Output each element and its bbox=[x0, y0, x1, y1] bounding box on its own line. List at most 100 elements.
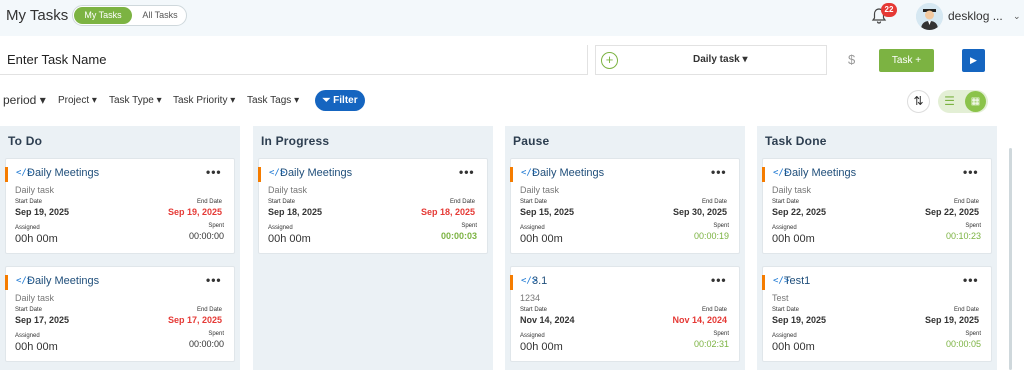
task-type-select[interactable]: + Daily task ▾ bbox=[595, 45, 827, 75]
column-0: To Do </> Daily Meetings ••• Daily task … bbox=[0, 126, 240, 370]
start-date-label: Start Date bbox=[268, 199, 296, 205]
more-options-icon[interactable]: ••• bbox=[963, 273, 979, 287]
task-title[interactable]: Test1 bbox=[784, 275, 810, 287]
page-title: My Tasks bbox=[6, 7, 69, 24]
spent-label: Spent bbox=[965, 223, 981, 229]
task-type: Daily task bbox=[772, 185, 812, 195]
task-card[interactable]: </> 3.1 ••• 1234 Start Date Nov 14, 2024… bbox=[510, 266, 740, 362]
priority-marker bbox=[258, 167, 261, 182]
task-type-filter[interactable]: Task Type ▾ bbox=[109, 95, 162, 106]
more-options-icon[interactable]: ••• bbox=[206, 165, 222, 179]
task-type: 1234 bbox=[520, 293, 541, 303]
end-date: Sep 17, 2025 bbox=[167, 315, 222, 325]
priority-marker bbox=[510, 167, 513, 182]
task-title[interactable]: Daily Meetings bbox=[532, 167, 604, 179]
assigned-label: Assigned bbox=[520, 225, 545, 231]
priority-marker bbox=[5, 275, 8, 290]
all-tasks-tab[interactable]: All Tasks bbox=[135, 7, 185, 24]
task-title[interactable]: Daily Meetings bbox=[280, 167, 352, 179]
spent-time: 00:00:00 bbox=[188, 231, 224, 241]
more-options-icon[interactable]: ••• bbox=[206, 273, 222, 287]
priority-marker bbox=[762, 275, 765, 290]
end-date-label: End Date bbox=[953, 199, 979, 205]
user-name[interactable]: desklog ... bbox=[948, 9, 1003, 23]
spent-label: Spent bbox=[208, 331, 224, 337]
period-filter[interactable]: period ▾ bbox=[3, 93, 46, 107]
task-title[interactable]: 3.1 bbox=[532, 275, 547, 287]
task-card[interactable]: </> Daily Meetings ••• Daily task Start … bbox=[5, 158, 235, 254]
start-date: Sep 19, 2025 bbox=[772, 315, 827, 325]
assigned-label: Assigned bbox=[520, 333, 545, 339]
more-options-icon[interactable]: ••• bbox=[963, 165, 979, 179]
end-date: Sep 22, 2025 bbox=[924, 207, 979, 217]
assigned-label: Assigned bbox=[268, 225, 293, 231]
dollar-icon[interactable]: $ bbox=[848, 52, 855, 67]
view-toggle[interactable]: ☰ ▦ bbox=[938, 90, 988, 113]
task-card[interactable]: </> Daily Meetings ••• Daily task Start … bbox=[762, 158, 992, 254]
column-title: In Progress bbox=[261, 134, 330, 148]
scrollbar[interactable] bbox=[1009, 148, 1012, 370]
task-title[interactable]: Daily Meetings bbox=[784, 167, 856, 179]
assigned-time: 00h 00m bbox=[15, 341, 58, 353]
task-title[interactable]: Daily Meetings bbox=[27, 275, 99, 287]
end-date: Sep 30, 2025 bbox=[672, 207, 727, 217]
column-2: Pause </> Daily Meetings ••• Daily task … bbox=[505, 126, 745, 370]
start-date-label: Start Date bbox=[520, 307, 548, 313]
end-date-label: End Date bbox=[953, 307, 979, 313]
end-date-label: End Date bbox=[196, 199, 222, 205]
filter-button[interactable]: ⏷ Filter bbox=[315, 90, 365, 111]
notification-count-badge: 22 bbox=[881, 3, 897, 17]
more-options-icon[interactable]: ••• bbox=[459, 165, 475, 179]
project-filter[interactable]: Project ▾ bbox=[58, 95, 97, 106]
task-type: Daily task bbox=[15, 185, 55, 195]
task-name-input[interactable] bbox=[0, 45, 588, 75]
priority-marker bbox=[510, 275, 513, 290]
start-date-label: Start Date bbox=[15, 199, 43, 205]
assigned-label: Assigned bbox=[15, 225, 40, 231]
task-scope-toggle[interactable]: My Tasks All Tasks bbox=[72, 5, 187, 26]
more-options-icon[interactable]: ••• bbox=[711, 165, 727, 179]
start-date: Sep 15, 2025 bbox=[520, 207, 575, 217]
top-bar: My Tasks My Tasks All Tasks 22 desklog .… bbox=[0, 0, 1024, 36]
task-card[interactable]: </> Daily Meetings ••• Daily task Start … bbox=[258, 158, 488, 254]
start-date: Sep 19, 2025 bbox=[15, 207, 70, 217]
column-3: Task Done </> Daily Meetings ••• Daily t… bbox=[757, 126, 997, 370]
add-task-button[interactable]: Task + bbox=[879, 49, 934, 72]
grid-view-icon[interactable]: ▦ bbox=[965, 91, 986, 112]
task-type: Daily task bbox=[15, 293, 55, 303]
play-icon[interactable]: ▶ bbox=[962, 49, 985, 72]
task-type: Daily task bbox=[520, 185, 560, 195]
start-date-label: Start Date bbox=[520, 199, 548, 205]
start-date-label: Start Date bbox=[772, 307, 800, 313]
add-circle-icon[interactable]: + bbox=[601, 52, 618, 69]
end-date: Sep 19, 2025 bbox=[167, 207, 222, 217]
task-priority-filter[interactable]: Task Priority ▾ bbox=[173, 95, 235, 106]
my-tasks-tab[interactable]: My Tasks bbox=[74, 7, 132, 24]
list-view-icon[interactable]: ☰ bbox=[943, 95, 956, 108]
start-date: Sep 18, 2025 bbox=[268, 207, 323, 217]
assigned-label: Assigned bbox=[772, 333, 797, 339]
spent-time: 00:00:00 bbox=[188, 339, 224, 349]
task-card[interactable]: </> Test1 ••• Test Start Date Sep 19, 20… bbox=[762, 266, 992, 362]
task-title[interactable]: Daily Meetings bbox=[27, 167, 99, 179]
sort-icon[interactable]: ⇅ bbox=[907, 90, 930, 113]
assigned-time: 00h 00m bbox=[772, 233, 815, 245]
column-1: In Progress </> Daily Meetings ••• Daily… bbox=[253, 126, 493, 370]
task-card[interactable]: </> Daily Meetings ••• Daily task Start … bbox=[510, 158, 740, 254]
start-date-label: Start Date bbox=[15, 307, 43, 313]
start-date-label: Start Date bbox=[772, 199, 800, 205]
end-date: Sep 18, 2025 bbox=[420, 207, 475, 217]
column-title: Task Done bbox=[765, 134, 827, 148]
more-options-icon[interactable]: ••• bbox=[711, 273, 727, 287]
chevron-down-icon[interactable]: ⌄ bbox=[1013, 11, 1021, 22]
avatar[interactable] bbox=[916, 3, 943, 30]
end-date-label: End Date bbox=[196, 307, 222, 313]
funnel-icon: ⏷ bbox=[322, 95, 331, 106]
task-card[interactable]: </> Daily Meetings ••• Daily task Start … bbox=[5, 266, 235, 362]
spent-time: 00:00:05 bbox=[945, 339, 981, 349]
task-tags-filter[interactable]: Task Tags ▾ bbox=[247, 95, 299, 106]
start-date: Nov 14, 2024 bbox=[520, 315, 575, 325]
spent-label: Spent bbox=[461, 223, 477, 229]
spent-time: 00:02:31 bbox=[693, 339, 729, 349]
assigned-time: 00h 00m bbox=[772, 341, 815, 353]
